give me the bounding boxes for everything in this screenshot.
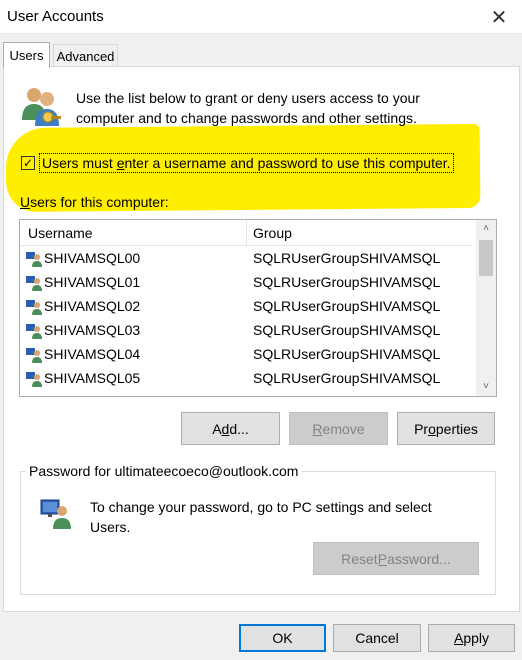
apply-button[interactable]: Apply	[428, 624, 515, 652]
properties-button[interactable]: Pr o perties	[397, 412, 495, 445]
users-group-icon	[22, 88, 61, 126]
window-title: User Accounts	[7, 8, 104, 25]
remove-button[interactable]: Remove	[289, 412, 388, 445]
tab-users-label: Users	[9, 48, 44, 63]
password-instructions: To change your password, go to PC settin…	[90, 499, 432, 535]
scroll-down-icon[interactable]: ˅	[476, 378, 496, 396]
column-header-username[interactable]: Username	[28, 225, 93, 241]
list-item[interactable]: SHIVAMSQL04 SQLRUserGroupSHIVAMSQL	[20, 343, 472, 367]
username-cell: SHIVAMSQL05	[44, 370, 141, 386]
require-login-checkbox[interactable]: ✓	[21, 156, 35, 170]
reset-password-button[interactable]: Reset Password...	[313, 542, 479, 575]
scroll-thumb[interactable]	[479, 240, 493, 276]
scroll-up-icon[interactable]: ˄	[476, 220, 496, 238]
ok-button[interactable]: OK	[239, 624, 326, 652]
group-cell: SQLRUserGroupSHIVAMSQL	[253, 274, 441, 290]
user-icon	[26, 348, 42, 363]
list-item[interactable]: SHIVAMSQL00 SQLRUserGroupSHIVAMSQL	[20, 247, 472, 271]
column-header-group[interactable]: Group	[253, 225, 292, 241]
list-header: Username Group	[20, 220, 472, 246]
tab-users[interactable]: Users	[3, 42, 50, 68]
username-cell: SHIVAMSQL00	[44, 250, 141, 266]
close-icon[interactable]: ✕	[476, 0, 522, 34]
group-cell: SQLRUserGroupSHIVAMSQL	[253, 250, 441, 266]
tab-advanced-label: Advanced	[56, 49, 115, 64]
group-cell: SQLRUserGroupSHIVAMSQL	[253, 322, 441, 338]
user-icon	[26, 300, 42, 315]
list-item[interactable]: SHIVAMSQL05 SQLRUserGroupSHIVAMSQL	[20, 367, 472, 391]
vertical-scrollbar[interactable]: ˄ ˅	[476, 220, 496, 396]
username-cell: SHIVAMSQL01	[44, 274, 141, 290]
tab-advanced[interactable]: Advanced	[53, 44, 118, 68]
users-list-label: Users for this computer:	[20, 194, 169, 210]
group-cell: SQLRUserGroupSHIVAMSQL	[253, 370, 441, 386]
list-item-partial[interactable]	[20, 391, 472, 397]
group-cell: SQLRUserGroupSHIVAMSQL	[253, 346, 441, 362]
require-login-label[interactable]: Users must enter a username and password…	[39, 153, 454, 173]
username-cell: SHIVAMSQL02	[44, 298, 141, 314]
add-button[interactable]: Ad d...	[181, 412, 280, 445]
user-icon	[26, 372, 42, 387]
list-item[interactable]: SHIVAMSQL03 SQLRUserGroupSHIVAMSQL	[20, 319, 472, 343]
username-cell: SHIVAMSQL03	[44, 322, 141, 338]
group-cell: SQLRUserGroupSHIVAMSQL	[253, 298, 441, 314]
intro-text: Use the list below to grant or deny user…	[76, 90, 420, 126]
user-monitor-icon	[40, 499, 71, 529]
list-item[interactable]: SHIVAMSQL01 SQLRUserGroupSHIVAMSQL	[20, 271, 472, 295]
users-list[interactable]: Username Group SHIVAMSQL00 SQLRUserGroup…	[19, 219, 497, 397]
user-icon	[26, 395, 42, 397]
list-item[interactable]: SHIVAMSQL02 SQLRUserGroupSHIVAMSQL	[20, 295, 472, 319]
user-icon	[26, 324, 42, 339]
user-icon	[26, 252, 42, 267]
user-icon	[26, 276, 42, 291]
username-cell: SHIVAMSQL04	[44, 346, 141, 362]
column-divider[interactable]	[246, 220, 247, 246]
title-bar: User Accounts ✕	[0, 0, 522, 34]
password-group-label: Password for ultimateecoeco@outlook.com	[26, 463, 302, 479]
cancel-button[interactable]: Cancel	[333, 624, 421, 652]
